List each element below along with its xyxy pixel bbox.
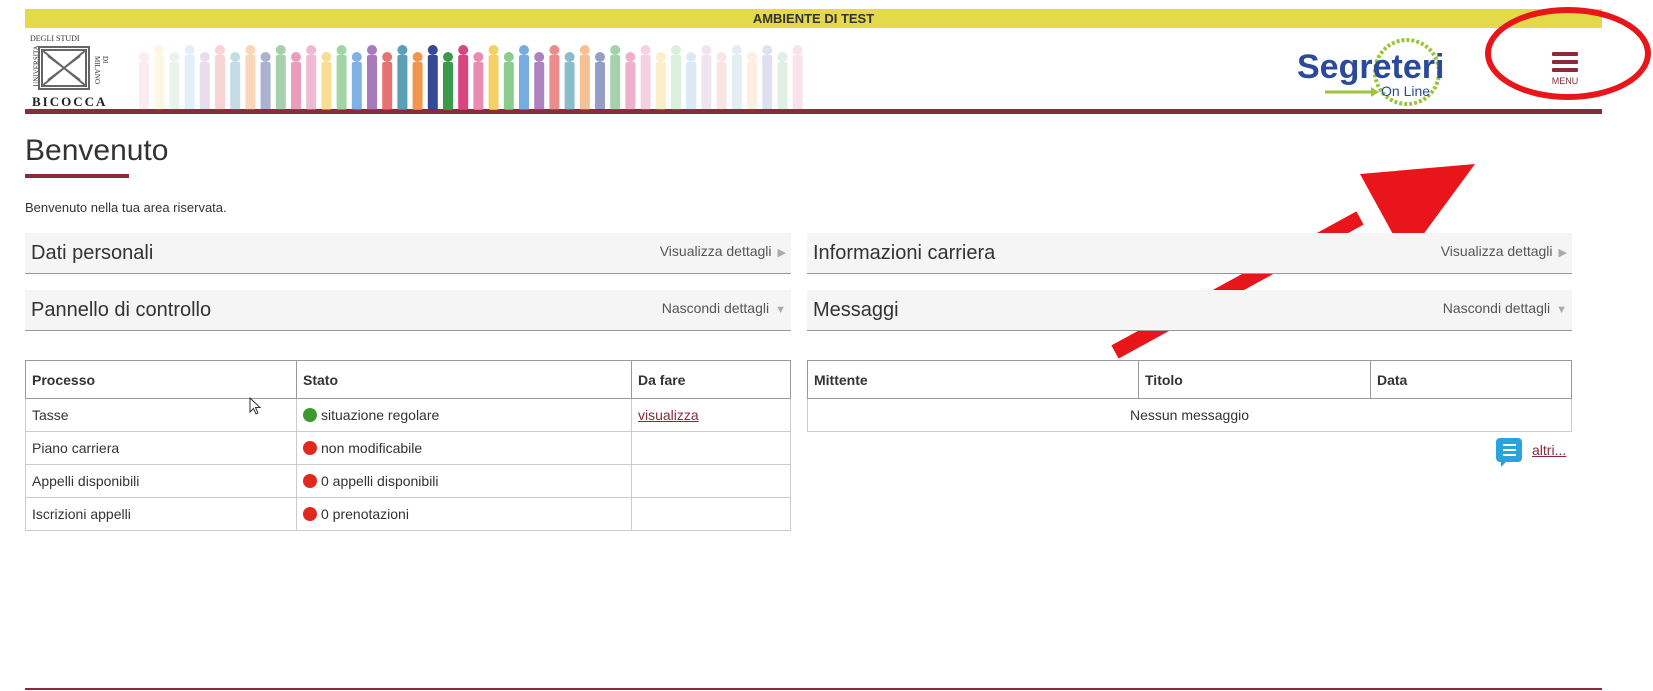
altri-messages-link[interactable]: altri... [1496,438,1567,467]
da-fare-cell [631,497,791,531]
dati-personali-toggle[interactable]: Visualizza dettagli ▶ [660,243,786,259]
da-fare-cell [631,464,791,498]
mouse-cursor-icon [249,397,262,415]
segreterie-online-logo[interactable]: Segreterie On Line [1295,32,1463,112]
section-messaggi: Messaggi Nascondi dettagli ▼ [807,290,1572,331]
section-informazioni-carriera: Informazioni carriera Visualizza dettagl… [807,233,1572,274]
column-header-titolo: Titolo [1138,360,1371,399]
pannello-toggle[interactable]: Nascondi dettagli ▼ [662,300,786,316]
messages-table: Mittente Titolo Data Nessun messaggio [807,360,1572,432]
crowd-banner-image [139,45,803,110]
stato-text: non modificabile [321,440,423,456]
caret-right-icon: ▶ [777,247,786,259]
caret-down-icon: ▼ [1556,304,1567,316]
section-title: Messaggi [813,299,899,321]
section-title: Informazioni carriera [813,242,996,264]
menu-label: MENU [1551,76,1579,86]
stato-cell: 0 appelli disponibili [296,464,632,498]
toggle-label: Nascondi dettagli [661,300,770,316]
caret-right-icon: ▶ [1558,247,1567,259]
intro-text: Benvenuto nella tua area riservata. [25,200,227,215]
table-row: Appelli disponibili 0 appelli disponibil… [25,464,791,498]
table-header-row: Processo Stato Da fare [25,360,791,399]
message-list-icon [1496,438,1522,467]
logo-top-text: DEGLI STUDI [30,34,80,43]
processo-cell: Piano carriera [25,431,297,465]
hamburger-icon-bar2 [1552,60,1578,64]
test-environment-banner: AMBIENTE DI TEST [25,9,1602,28]
empty-messages-cell: Nessun messaggio [807,398,1572,432]
status-green-icon [303,408,317,422]
status-red-icon [303,474,317,488]
control-panel-table: Processo Stato Da fare Tasse situazione … [25,360,791,531]
title-underline [25,174,129,178]
processo-cell: Iscrizioni appelli [25,497,297,531]
logo-emblem-icon [38,46,90,90]
stato-text: situazione regolare [321,407,440,423]
toggle-label: Visualizza dettagli [1440,243,1553,259]
stato-cell: non modificabile [296,431,632,465]
segreterie-logo-text: Segreterie [1297,48,1445,86]
visualizza-link[interactable]: visualizza [638,407,699,423]
section-dati-personali: Dati personali Visualizza dettagli ▶ [25,233,791,274]
toggle-label: Nascondi dettagli [1442,300,1551,316]
column-header-da-fare: Da fare [631,360,791,399]
table-row: Nessun messaggio [807,398,1572,432]
university-logo[interactable]: DEGLI STUDI UNIVERSITA DI MILANO BICOCCA [30,34,109,114]
page-title: Benvenuto [25,134,169,167]
messaggi-toggle[interactable]: Nascondi dettagli ▼ [1443,300,1567,316]
footer-divider [25,688,1602,690]
status-red-icon [303,507,317,521]
status-red-icon [303,441,317,455]
column-header-processo: Processo [25,360,297,399]
logo-right-text: DI MILANO [93,56,109,84]
altri-label: altri... [1532,442,1567,458]
stato-text: 0 appelli disponibili [321,473,439,489]
processo-cell: Appelli disponibili [25,464,297,498]
section-pannello-controllo: Pannello di controllo Nascondi dettagli ▼ [25,290,791,331]
informazioni-carriera-toggle[interactable]: Visualizza dettagli ▶ [1441,243,1567,259]
table-row: Iscrizioni appelli 0 prenotazioni [25,497,791,531]
column-header-stato: Stato [296,360,632,399]
logo-bottom-text: BICOCCA [32,94,108,109]
table-row: Piano carriera non modificabile [25,431,791,465]
table-header-row: Mittente Titolo Data [807,360,1572,399]
stato-cell: situazione regolare [296,398,632,432]
da-fare-cell: visualizza [631,398,791,432]
caret-down-icon: ▼ [775,304,786,316]
stato-cell: 0 prenotazioni [296,497,632,531]
hamburger-icon [1552,52,1578,56]
toggle-label: Visualizza dettagli [659,243,772,259]
section-title: Pannello di controllo [31,299,212,321]
stato-text: 0 prenotazioni [321,506,409,522]
column-header-data: Data [1370,360,1572,399]
column-header-mittente: Mittente [807,360,1139,399]
section-title: Dati personali [31,242,154,264]
menu-button[interactable]: MENU [1540,48,1590,104]
site-header: DEGLI STUDI UNIVERSITA DI MILANO BICOCCA… [25,28,1602,114]
da-fare-cell [631,431,791,465]
hamburger-icon-bar3 [1552,68,1578,72]
segreterie-logo-sub: On Line [1381,83,1430,99]
table-row: Tasse situazione regolare visualizza [25,398,791,432]
